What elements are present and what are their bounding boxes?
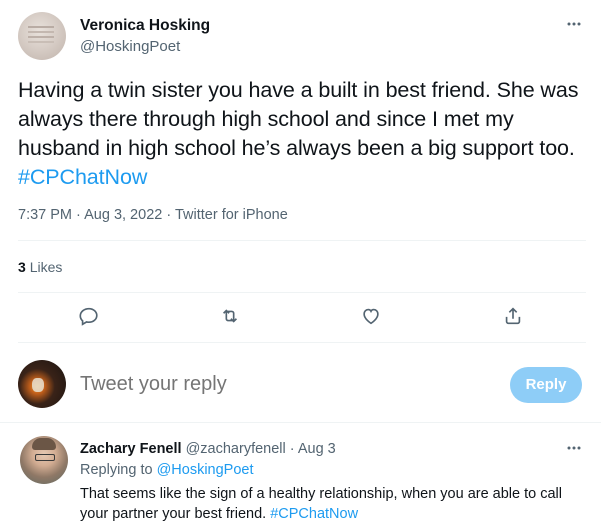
- reply-header: Zachary Fenell @zacharyfenell · Aug 3: [80, 440, 336, 458]
- likes-count: 3: [18, 259, 26, 275]
- reply-hashtag-link[interactable]: #CPChatNow: [270, 506, 358, 522]
- reply-more-options-icon[interactable]: [562, 436, 586, 460]
- reply-author-avatar[interactable]: [20, 436, 68, 484]
- retweet-icon[interactable]: [219, 305, 243, 329]
- author-block: Veronica Hosking @HoskingPoet: [80, 16, 210, 57]
- divider: [18, 292, 586, 293]
- reply-button[interactable]: Reply: [510, 367, 582, 403]
- likes-label: Likes: [29, 259, 63, 275]
- reply-author-handle[interactable]: @zacharyfenell: [186, 441, 286, 457]
- reply-text: That seems like the sign of a healthy re…: [80, 484, 585, 524]
- tweet-meta: 7:37 PM · Aug 3, 2022 · Twitter for iPho…: [18, 205, 288, 225]
- author-handle[interactable]: @HoskingPoet: [80, 37, 210, 57]
- replying-prefix: Replying to: [80, 462, 153, 478]
- reply-author-name[interactable]: Zachary Fenell: [80, 441, 182, 457]
- reply-icon[interactable]: [78, 305, 102, 329]
- main-tweet: Veronica Hosking @HoskingPoet Having a t…: [0, 0, 601, 352]
- more-options-icon[interactable]: [562, 12, 586, 36]
- likes-link[interactable]: 3 Likes: [18, 258, 62, 276]
- share-icon[interactable]: [502, 305, 526, 329]
- divider: [0, 422, 601, 423]
- reply-input[interactable]: [80, 372, 480, 396]
- replying-to: Replying to @HoskingPoet: [80, 461, 254, 479]
- like-heart-icon[interactable]: [360, 305, 384, 329]
- tweet-date[interactable]: Aug 3, 2022: [84, 207, 162, 223]
- tweet-text: Having a twin sister you have a built in…: [18, 76, 586, 192]
- tweet-body: Having a twin sister you have a built in…: [18, 78, 579, 160]
- meta-separator: ·: [166, 207, 172, 223]
- replying-to-mention[interactable]: @HoskingPoet: [157, 462, 254, 478]
- divider: [18, 342, 586, 343]
- author-name[interactable]: Veronica Hosking: [80, 16, 210, 35]
- reply-date[interactable]: Aug 3: [298, 441, 336, 457]
- reply-composer: Reply: [0, 352, 601, 422]
- reply-separator: ·: [289, 441, 295, 457]
- action-bar: [0, 302, 601, 332]
- meta-separator: ·: [76, 207, 81, 223]
- tweet-source[interactable]: Twitter for iPhone: [175, 207, 288, 223]
- author-avatar[interactable]: [18, 12, 66, 60]
- tweet-hashtag-link[interactable]: #CPChatNow: [18, 165, 147, 189]
- tweet-time[interactable]: 7:37 PM: [18, 207, 72, 223]
- divider: [18, 240, 586, 241]
- current-user-avatar: [18, 360, 66, 408]
- reply-tweet[interactable]: Zachary Fenell @zacharyfenell · Aug 3 Re…: [0, 424, 601, 528]
